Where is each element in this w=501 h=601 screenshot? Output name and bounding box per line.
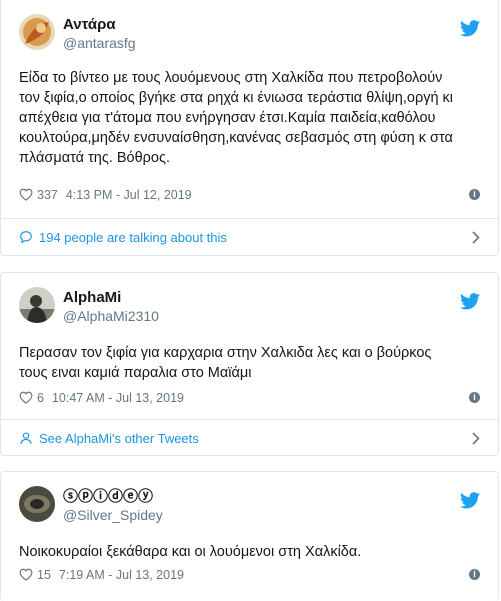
- twitter-bird-icon[interactable]: [460, 293, 480, 310]
- handle[interactable]: @antarasfg: [63, 34, 136, 52]
- tweet-text: Περασαν τον ξιφία για καρχαρια στην Χαλκ…: [19, 345, 432, 381]
- tweet-card[interactable]: ⓢⓟⓘⓓⓔⓨ @Silver_Spidey Νοικοκυραίοι ξεκάθ…: [0, 471, 499, 601]
- tweet-text: Είδα το βίντεο με τους λουόμενους στη Χα…: [19, 70, 454, 166]
- heart-icon[interactable]: [19, 391, 33, 404]
- author-names[interactable]: Αντάρα @antarasfg: [63, 16, 136, 52]
- tweet-meta: 6 10:47 AM - Jul 13, 2019 i: [19, 389, 480, 407]
- handle[interactable]: @Silver_Spidey: [63, 506, 163, 524]
- footer-link[interactable]: 194 people are talking about this: [39, 230, 227, 245]
- comment-icon: [20, 231, 32, 244]
- avatar[interactable]: [19, 14, 55, 50]
- heart-icon[interactable]: [19, 568, 33, 581]
- timestamp[interactable]: 10:47 AM - Jul 13, 2019: [52, 391, 184, 405]
- avatar[interactable]: [19, 486, 55, 522]
- chevron-right-icon[interactable]: [472, 231, 480, 244]
- handle[interactable]: @AlphaMi2310: [63, 307, 159, 325]
- tweet-card[interactable]: AlphaMi @AlphaMi2310 Περασαν τον ξιφία γ…: [0, 272, 499, 456]
- like-count[interactable]: 6: [37, 391, 44, 405]
- footer-link[interactable]: See AlphaMi's other Tweets: [39, 431, 199, 446]
- tweet-card[interactable]: Αντάρα @antarasfg Είδα το βίντεο με τους…: [0, 0, 499, 256]
- tweet-footer[interactable]: See AlphaMi's other Tweets: [1, 419, 498, 457]
- display-name[interactable]: Αντάρα: [63, 16, 136, 34]
- tweet-meta: 15 7:19 AM - Jul 13, 2019 i: [19, 566, 480, 584]
- tweet-header: AlphaMi @AlphaMi2310: [19, 287, 480, 327]
- author-names[interactable]: AlphaMi @AlphaMi2310: [63, 289, 159, 325]
- author-names[interactable]: ⓢⓟⓘⓓⓔⓨ @Silver_Spidey: [63, 488, 163, 524]
- display-name[interactable]: AlphaMi: [63, 289, 159, 307]
- like-count[interactable]: 15: [37, 568, 51, 582]
- chevron-right-icon[interactable]: [472, 432, 480, 445]
- person-icon: [20, 432, 32, 444]
- timestamp[interactable]: 7:19 AM - Jul 13, 2019: [59, 568, 184, 582]
- tweet-meta: 337 4:13 PM - Jul 12, 2019 i: [19, 186, 480, 204]
- tweet-header: Αντάρα @antarasfg: [19, 14, 480, 54]
- display-name[interactable]: ⓢⓟⓘⓓⓔⓨ: [63, 488, 163, 506]
- tweet-header: ⓢⓟⓘⓓⓔⓨ @Silver_Spidey: [19, 486, 480, 526]
- info-icon[interactable]: i: [469, 189, 480, 200]
- info-icon[interactable]: i: [469, 392, 480, 403]
- twitter-bird-icon[interactable]: [460, 20, 480, 37]
- info-icon[interactable]: i: [469, 569, 480, 580]
- tweet-text: Νοικοκυραίοι ξεκάθαρα και οι λουόμενοι σ…: [19, 544, 362, 560]
- tweet-footer[interactable]: 194 people are talking about this: [1, 218, 498, 256]
- like-count[interactable]: 337: [37, 188, 58, 202]
- avatar[interactable]: [19, 287, 55, 323]
- twitter-bird-icon[interactable]: [460, 492, 480, 509]
- timestamp[interactable]: 4:13 PM - Jul 12, 2019: [66, 188, 192, 202]
- heart-icon[interactable]: [19, 188, 33, 201]
